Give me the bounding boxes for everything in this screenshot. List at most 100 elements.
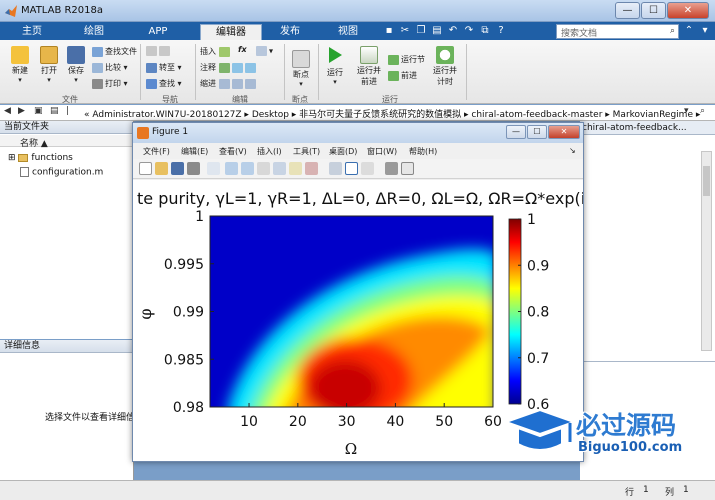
function-insert-icon[interactable]: ▾ (256, 46, 273, 56)
print-button[interactable]: 打印 ▾ (92, 78, 128, 89)
insert-legend-icon[interactable] (361, 162, 374, 175)
open-file-icon[interactable] (155, 162, 168, 175)
editor-scrollbar[interactable] (701, 151, 712, 351)
tab-publish[interactable]: 发布 (266, 24, 314, 40)
comment-button[interactable]: 注释 (200, 62, 258, 73)
menu-tools[interactable]: 工具(T) (293, 146, 320, 157)
tab-editor[interactable]: 编辑器 (200, 24, 262, 40)
tab-home[interactable]: 主页 (8, 24, 56, 40)
x-tick-label: 10 (240, 414, 258, 430)
back-icon[interactable]: ◀ (4, 106, 11, 116)
ribbon: 新建 ▾ 打开 ▾ 保存 ▾ 查找文件 比较 ▾ 打印 ▾ 文件 转至 ▾ 查找 ▾ … (0, 40, 715, 104)
menu-edit[interactable]: 编辑(E) (181, 146, 208, 157)
menu-view[interactable]: 查看(V) (219, 146, 247, 157)
show-plot-tools-icon[interactable] (401, 162, 414, 175)
group-label-file: 文件 (62, 95, 78, 104)
list-item[interactable]: ⊞ functions (8, 153, 73, 163)
current-folder-panel: 当前文件夹 名称 ▲ ⊞ functions configuration.m (0, 121, 134, 339)
run-and-time-button[interactable]: 运行并 计时 (430, 46, 460, 87)
link-plot-icon[interactable] (329, 162, 342, 175)
edit-plot-icon[interactable] (207, 162, 220, 175)
folder-path[interactable]: « Administrator.WIN7U-20180127Z ▸ Deskto… (84, 107, 700, 120)
new-icon (11, 46, 29, 64)
indent-button[interactable]: 缩进 (200, 78, 258, 89)
copy-icon[interactable]: ❐ (414, 24, 428, 38)
run-section-button[interactable]: 运行节 (388, 54, 425, 65)
menu-help[interactable]: 帮助(H) (409, 146, 437, 157)
find-button[interactable]: 查找 ▾ (146, 78, 182, 89)
menu-insert[interactable]: 插入(I) (257, 146, 282, 157)
close-button[interactable]: ✕ (667, 2, 709, 19)
undo-icon[interactable]: ↶ (446, 24, 460, 38)
figure-minimize-button[interactable]: — (506, 125, 526, 139)
scrollbar-thumb[interactable] (703, 166, 710, 196)
save-button[interactable]: 保存 ▾ (64, 46, 88, 84)
zoom-in-icon[interactable] (225, 162, 238, 175)
tab-view[interactable]: 视图 (322, 24, 374, 40)
new-figure-icon[interactable] (139, 162, 152, 175)
compare-button[interactable]: 比较 ▾ (92, 62, 128, 73)
group-label-edit: 编辑 (232, 95, 248, 104)
pan-icon[interactable] (257, 162, 270, 175)
list-item[interactable]: configuration.m (20, 167, 103, 178)
hide-plot-tools-icon[interactable] (385, 162, 398, 175)
breakpoints-button[interactable]: 断点 ▾ (288, 50, 314, 88)
goto-button[interactable]: 转至 ▾ (146, 62, 182, 73)
chart-title: te purity, γL=1, γR=1, ΔL=0, ΔR=0, ΩL=Ω,… (137, 189, 583, 208)
maximize-button[interactable]: ☐ (641, 2, 666, 19)
minimize-button[interactable]: — (615, 2, 640, 19)
menu-window[interactable]: 窗口(W) (367, 146, 397, 157)
save-quick-icon[interactable]: ▪ (382, 24, 396, 38)
expand-icon[interactable]: ⌃ (682, 24, 696, 38)
print-figure-icon[interactable] (187, 162, 200, 175)
up-folder-icon[interactable]: ▣ (34, 106, 43, 116)
address-bar: ◀ ▶ ▣ ▤ | « Administrator.WIN7U-20180127… (0, 105, 715, 121)
current-folder-title: 当前文件夹 (0, 121, 133, 134)
menu-dock-arrow-icon[interactable]: ↘ (569, 146, 576, 155)
find-files-button[interactable]: 查找文件 (92, 46, 137, 57)
data-cursor-icon[interactable] (289, 162, 302, 175)
insert-button[interactable]: 插入 (200, 46, 232, 57)
search-icon[interactable]: ⌕ (670, 26, 675, 36)
advance-icon (388, 70, 399, 81)
tab-plots[interactable]: 绘图 (70, 24, 118, 40)
colorbar-tick-label: 0.9 (527, 258, 549, 274)
rotate-icon[interactable] (273, 162, 286, 175)
help-icon[interactable]: ? (494, 24, 508, 38)
nav-back-forward[interactable] (146, 46, 172, 56)
save-figure-icon[interactable] (171, 162, 184, 175)
tab-apps[interactable]: APP (134, 24, 182, 40)
run-advance-icon (360, 46, 378, 64)
run-button[interactable]: 运行 ▾ (322, 46, 348, 86)
y-tick-label: 0.985 (164, 352, 204, 368)
open-button[interactable]: 打开 ▾ (36, 46, 62, 84)
dropdown-icon[interactable]: ▾ (698, 24, 712, 38)
figure-close-button[interactable]: ✕ (548, 125, 580, 139)
forward-icon[interactable]: ▶ (18, 106, 25, 116)
switch-window-icon[interactable]: ⧉ (478, 24, 492, 38)
browse-folder-icon[interactable]: ▤ (50, 106, 59, 116)
find-icon (146, 78, 157, 89)
zoom-out-icon[interactable] (241, 162, 254, 175)
redo-icon[interactable]: ↷ (462, 24, 476, 38)
cut-icon[interactable]: ✂ (398, 24, 412, 38)
menu-desktop[interactable]: 桌面(D) (329, 146, 357, 157)
advance-button[interactable]: 前进 (388, 70, 417, 81)
expand-icon[interactable]: ⊞ (8, 153, 16, 163)
paste-icon[interactable]: ▤ (430, 24, 444, 38)
new-button[interactable]: 新建 ▾ (6, 46, 34, 84)
insert-colorbar-icon[interactable] (345, 162, 358, 175)
name-column-header[interactable]: 名称 ▲ (0, 135, 134, 149)
colorbar-tick-label: 1 (527, 212, 536, 228)
brush-icon[interactable] (305, 162, 318, 175)
editor-tab[interactable]: chiral-atom-feedback... (580, 121, 715, 135)
path-search-icon[interactable]: ⌕ (700, 106, 705, 116)
fx-button[interactable]: fx (238, 45, 247, 54)
menu-file[interactable]: 文件(F) (143, 146, 170, 157)
search-input[interactable]: 搜索文档 ⌕ (556, 24, 679, 39)
path-dropdown-icon[interactable]: ▾ (684, 106, 689, 116)
figure-title-bar[interactable]: Figure 1 — ☐ ✕ (133, 123, 583, 143)
colorbar-axis: 0.60.70.80.91 (518, 212, 549, 413)
run-and-advance-button[interactable]: 运行并 前进 (354, 46, 384, 87)
figure-maximize-button[interactable]: ☐ (527, 125, 547, 139)
